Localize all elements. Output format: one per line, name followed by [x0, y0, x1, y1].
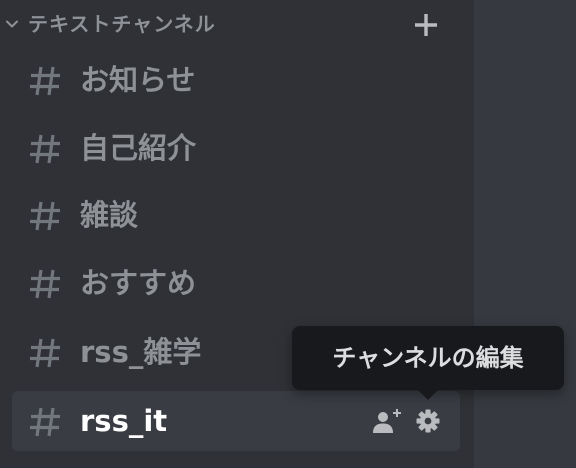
channel-name: 雑談: [80, 198, 139, 232]
channel-name: お知らせ: [80, 63, 196, 97]
hash-icon: [30, 269, 60, 299]
add-member-icon[interactable]: [372, 407, 402, 435]
channel-item-oshirase[interactable]: お知らせ: [12, 50, 460, 110]
hash-icon: [30, 201, 60, 231]
hash-icon: [30, 134, 60, 164]
channel-name: rss_雑学: [80, 335, 202, 369]
gear-icon[interactable]: [413, 407, 443, 435]
hash-icon: [30, 407, 60, 437]
chevron-down-icon[interactable]: [5, 17, 19, 31]
hash-icon: [30, 338, 60, 368]
plus-icon[interactable]: [410, 9, 442, 41]
app-window: テキストチャンネル お知らせ 自己紹介 雑談 おすすめ rss_雑学 rss_i…: [0, 0, 576, 468]
category-header-text-channels[interactable]: テキストチャンネル: [0, 0, 474, 50]
channel-item-zatsudan[interactable]: 雑談: [12, 185, 460, 245]
channel-item-jikoshoukai[interactable]: 自己紹介: [12, 118, 460, 178]
edit-channel-tooltip: チャンネルの編集: [292, 326, 564, 400]
channel-item-osusume[interactable]: おすすめ: [12, 253, 460, 313]
tooltip-text: チャンネルの編集: [332, 344, 524, 372]
channel-name: 自己紹介: [80, 131, 197, 165]
channel-name: rss_it: [80, 404, 168, 438]
category-label: テキストチャンネル: [28, 12, 216, 36]
channel-item-rss-it[interactable]: rss_it: [12, 391, 460, 451]
channel-sidebar: テキストチャンネル お知らせ 自己紹介 雑談 おすすめ rss_雑学 rss_i…: [0, 0, 474, 468]
channel-name: おすすめ: [80, 266, 197, 300]
hash-icon: [30, 66, 60, 96]
tooltip-arrow: [418, 390, 438, 400]
